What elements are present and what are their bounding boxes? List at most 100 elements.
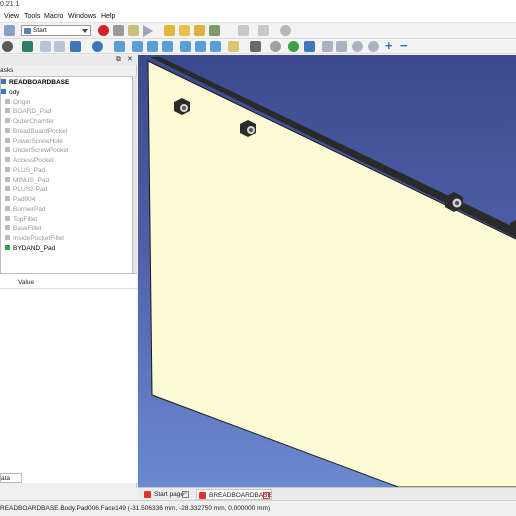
close-panel-icon[interactable]: ✕	[127, 55, 133, 65]
tree-item[interactable]: BOARD_Pad	[5, 107, 51, 116]
tree-item[interactable]: InsidePocketFillet	[5, 234, 64, 243]
3d-viewport[interactable]	[138, 55, 516, 487]
tree-item-label: TopFillet	[13, 215, 38, 223]
globe-icon[interactable]	[288, 41, 299, 52]
tasks-tab[interactable]: asks	[0, 66, 13, 75]
tree-item-icon	[5, 215, 10, 221]
tree-item-icon	[5, 147, 10, 153]
nav-stop-icon[interactable]	[368, 41, 379, 52]
tree-item[interactable]: TopFillet	[5, 215, 37, 224]
edit-macro-icon[interactable]	[128, 25, 139, 36]
tree-item-label: UnderScrewPocket	[13, 147, 69, 155]
3d-model-render	[147, 57, 516, 487]
tree-item-label: BornierPad	[13, 205, 46, 213]
tree-item-icon	[5, 108, 10, 114]
std-view-icon[interactable]	[22, 41, 33, 52]
tree-item[interactable]: BYDAND_Pad	[5, 244, 55, 253]
top-view-icon[interactable]	[147, 41, 158, 52]
tree-item[interactable]: BaseFillet	[5, 224, 42, 233]
tree-item[interactable]: ody	[1, 88, 19, 97]
tree-item-label: InsidePocketFillet	[13, 235, 64, 242]
tab-start-page[interactable]: Start page ×	[142, 489, 189, 500]
new-file-icon[interactable]	[164, 25, 175, 36]
app-title: 0.21.1	[0, 1, 20, 8]
back-icon[interactable]	[40, 41, 51, 52]
close-icon[interactable]: ×	[182, 491, 189, 498]
property-header: Value	[0, 277, 137, 289]
tree-item-icon	[5, 157, 10, 162]
tree-item[interactable]: PowerScrewHole	[5, 137, 63, 146]
save-file-icon[interactable]	[194, 25, 205, 36]
undo-icon[interactable]	[238, 25, 249, 36]
menu-help[interactable]: Help	[101, 10, 115, 23]
workbench-selector[interactable]: Start	[21, 25, 91, 36]
tree-item-icon	[1, 79, 6, 84]
record-macro-icon[interactable]	[98, 25, 109, 36]
view-fit-icon[interactable]	[70, 41, 81, 52]
draw-style-icon[interactable]	[2, 41, 13, 52]
data-tab[interactable]: ata	[0, 473, 22, 483]
left-view-icon[interactable]	[210, 41, 221, 52]
status-bar: READBOARDBASE.Body.Pad006.Face149 (-31.5…	[0, 500, 516, 516]
arrow-right-icon[interactable]	[304, 41, 315, 52]
tree-item[interactable]: UnderScrewPocket	[5, 146, 69, 155]
tree-item-icon	[5, 176, 10, 182]
menu-tools[interactable]: Tools	[24, 10, 40, 23]
float-panel-icon[interactable]: ⧉	[116, 55, 121, 65]
open-file-icon[interactable]	[179, 25, 190, 36]
nav-refresh-icon[interactable]	[352, 41, 363, 52]
zoom-icon[interactable]	[92, 41, 103, 52]
select-icon[interactable]	[250, 41, 261, 52]
menu-windows[interactable]: Windows	[68, 10, 96, 23]
tree-item[interactable]: AccessPocket	[5, 156, 54, 165]
redo-icon[interactable]	[258, 25, 269, 36]
right-view-icon[interactable]	[162, 41, 173, 52]
link-icon[interactable]	[270, 41, 281, 52]
tree-item[interactable]: Pad004	[5, 195, 35, 204]
tree-item-label: Pad004	[13, 196, 36, 203]
tree-item-icon	[5, 205, 10, 211]
tree-item[interactable]: READBOARDBASE	[1, 78, 69, 87]
tree-item-icon	[5, 225, 10, 231]
save-as-icon[interactable]	[209, 25, 220, 36]
freecad-icon	[199, 492, 206, 499]
bottom-view-icon[interactable]	[195, 41, 206, 52]
document-tab-bar: Start page × BREADBOARDBASE : 1 ×	[138, 487, 516, 510]
isometric-view-icon[interactable]	[114, 41, 125, 52]
zoom-in-icon[interactable]: +	[385, 39, 396, 52]
nav-back-icon[interactable]	[322, 41, 333, 52]
document-icon[interactable]	[4, 25, 15, 36]
rear-view-icon[interactable]	[180, 41, 191, 52]
tree-item-label: BreadBoardPocket	[13, 127, 68, 135]
execute-macro-icon[interactable]	[143, 25, 153, 37]
tree-item[interactable]: OuterChamfer	[5, 117, 54, 126]
tree-item-label: BYDAND_Pad	[13, 244, 56, 252]
tree-item-label: MINUS_Pad	[13, 176, 50, 184]
nav-forward-icon[interactable]	[336, 41, 347, 52]
tree-item[interactable]: BornierPad	[5, 205, 46, 214]
tree-item[interactable]: BreadBoardPocket	[5, 127, 68, 136]
close-icon[interactable]: ×	[263, 492, 270, 499]
measure-icon[interactable]	[228, 41, 239, 52]
panel-header: ⧉ ✕	[0, 55, 137, 65]
tree-item-icon	[5, 235, 10, 240]
tree-item[interactable]: MINUS_Pad	[5, 176, 49, 185]
forward-icon[interactable]	[54, 41, 65, 52]
tree-item-label: AccessPocket	[13, 157, 54, 164]
tree-item-label: READBOARDBASE	[9, 79, 70, 86]
zoom-out-icon[interactable]: −	[400, 39, 411, 52]
tree-item[interactable]: PLUS_Pad	[5, 166, 45, 175]
menu-view[interactable]: View	[4, 10, 19, 23]
refresh-icon[interactable]	[280, 25, 291, 36]
toolbar-main: Start	[0, 23, 516, 39]
menu-macro[interactable]: Macro	[44, 10, 63, 23]
chevron-down-icon	[82, 29, 88, 33]
tree-item-label: BOARD_Pad	[13, 108, 52, 116]
front-view-icon[interactable]	[132, 41, 143, 52]
tree-item-label: ody	[9, 88, 20, 96]
stop-macro-icon[interactable]	[113, 25, 124, 36]
tab-breadboardbase[interactable]: BREADBOARDBASE : 1 ×	[196, 489, 272, 510]
tree-item-icon	[5, 127, 10, 133]
tree-item[interactable]: Origin	[5, 98, 30, 107]
tree-item[interactable]: PLUS2-Pad	[5, 185, 47, 194]
